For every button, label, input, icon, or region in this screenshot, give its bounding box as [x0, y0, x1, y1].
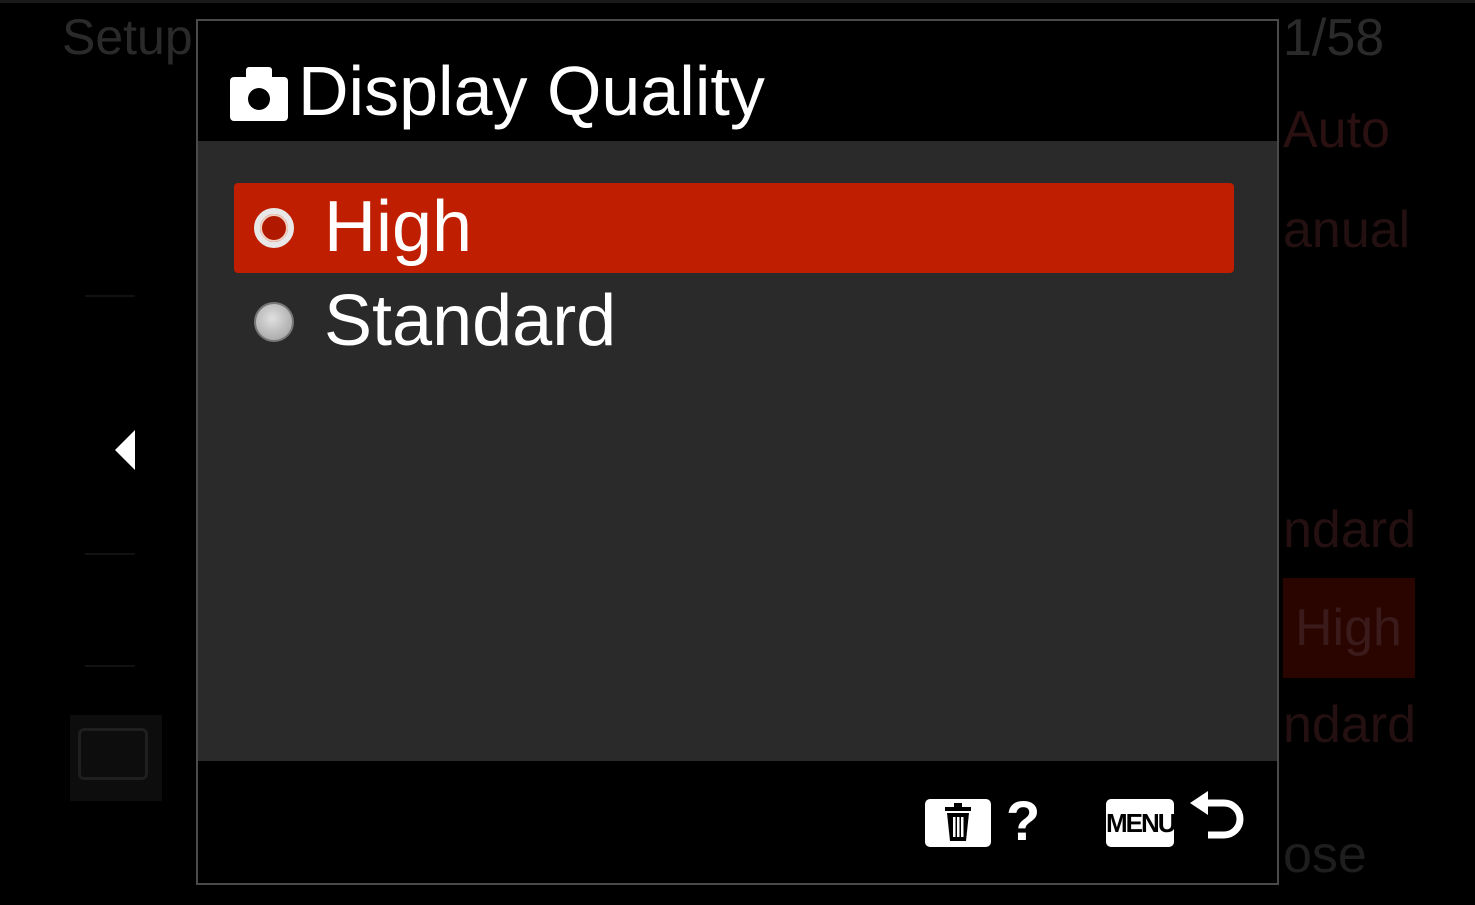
background-menu-title: Setup: [62, 9, 193, 65]
background-page-indicator: 1/58: [1283, 9, 1385, 67]
help-button[interactable]: ?: [1006, 789, 1040, 853]
camera-icon: [230, 65, 288, 126]
delete-button[interactable]: [925, 799, 991, 847]
background-close-hint: ose: [1283, 826, 1367, 884]
option-standard[interactable]: Standard: [234, 277, 1234, 367]
radio-selected-icon: [254, 208, 294, 248]
background-value-standard: ndard: [1283, 501, 1416, 559]
return-arrow-icon[interactable]: [1186, 789, 1246, 854]
left-arrow-icon[interactable]: [115, 430, 135, 470]
menu-button[interactable]: MENU: [1106, 799, 1177, 847]
top-divider: [0, 0, 1475, 3]
option-high[interactable]: High: [234, 183, 1234, 273]
background-value-standard-2: ndard: [1283, 696, 1416, 754]
display-quality-dialog: Display Quality High Standard ? MENU: [196, 19, 1279, 885]
option-label: High: [324, 187, 473, 267]
background-value-manual: anual: [1283, 201, 1411, 259]
dialog-footer: ? MENU: [198, 761, 1277, 883]
dialog-title: Display Quality: [298, 52, 765, 130]
background-value-auto: Auto: [1283, 101, 1390, 159]
radio-unselected-icon: [254, 302, 294, 342]
dialog-header: Display Quality: [198, 21, 1277, 141]
divider: [85, 665, 135, 667]
divider: [85, 295, 135, 297]
background-value-high: High: [1283, 578, 1415, 678]
divider: [85, 553, 135, 555]
trash-icon: [945, 803, 971, 841]
options-list: High Standard: [198, 141, 1277, 761]
option-label: Standard: [324, 281, 617, 361]
toolbox-icon: [78, 728, 148, 780]
